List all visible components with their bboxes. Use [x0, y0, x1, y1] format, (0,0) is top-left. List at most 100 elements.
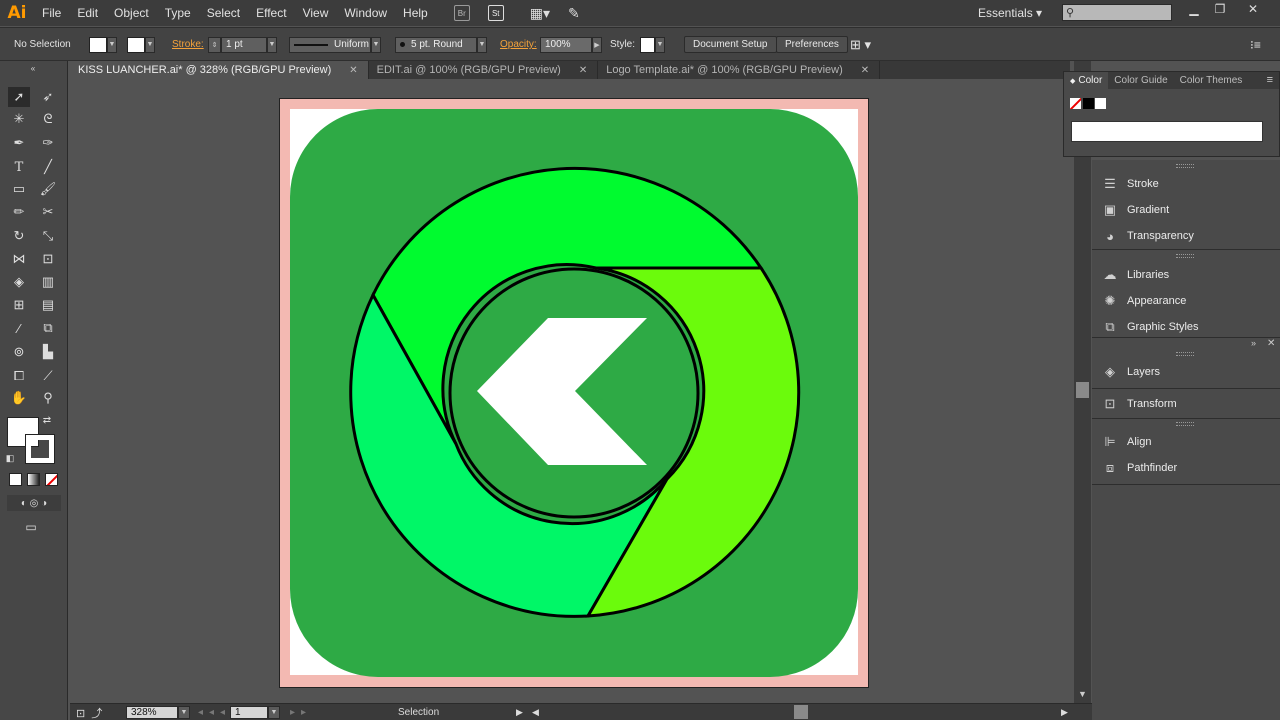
brush-definition[interactable]: 5 pt. Round ▼ — [395, 36, 487, 53]
zoom-control[interactable]: 328% ▼ — [126, 706, 190, 719]
launcher-icon-artwork[interactable] — [280, 99, 870, 689]
panel-menu-icon[interactable]: ⁝≡ — [1250, 36, 1261, 53]
pen-tool-icon[interactable]: ✒ — [8, 133, 30, 153]
panel-grip[interactable] — [1176, 254, 1194, 258]
menu-view[interactable]: View — [295, 0, 337, 26]
opacity-label[interactable]: Opacity: — [500, 36, 537, 53]
stroke-swatch[interactable]: ▼ — [127, 36, 155, 53]
dock-close-icon[interactable]: ✕ — [1267, 338, 1275, 349]
menu-type[interactable]: Type — [157, 0, 199, 26]
preferences-button[interactable]: Preferences — [776, 36, 848, 53]
hand-tool-icon[interactable]: ✋ — [8, 388, 30, 408]
document-tab[interactable]: Logo Template.ai* @ 100% (RGB/GPU Previe… — [598, 61, 881, 79]
stroke-color-swatch[interactable] — [25, 434, 55, 464]
lasso-tool-icon[interactable]: ᘓ — [37, 109, 59, 129]
workspace-switcher[interactable]: Essentials ▾ — [978, 0, 1042, 26]
scissors-tool-icon[interactable]: ✂ — [37, 202, 59, 222]
chevron-down-icon[interactable]: ▼ — [268, 706, 280, 719]
search-input[interactable]: ⚲ — [1062, 4, 1172, 21]
stepper-icon[interactable]: ⇕ — [208, 36, 221, 53]
pencil-tool-icon[interactable]: ✏ — [8, 202, 30, 222]
bridge-icon[interactable]: Br — [453, 5, 470, 21]
menu-help[interactable]: Help — [395, 0, 436, 26]
width-tool-icon[interactable]: ⋈ — [8, 249, 30, 269]
panel-transparency[interactable]: ◕ Transparency — [1102, 226, 1194, 246]
panel-gradient[interactable]: ▣ Gradient — [1102, 200, 1169, 220]
vertical-scrollbar[interactable]: ▼ — [1074, 61, 1091, 704]
stroke-weight-field[interactable]: 1 pt — [221, 36, 267, 53]
panel-appearance[interactable]: ✺ Appearance — [1102, 291, 1187, 311]
screen-mode-icon[interactable]: ▭ — [20, 517, 42, 537]
menu-effect[interactable]: Effect — [248, 0, 294, 26]
slice-tool-icon[interactable]: ⟋ — [37, 366, 59, 386]
menu-object[interactable]: Object — [106, 0, 157, 26]
white-swatch[interactable] — [1095, 98, 1106, 109]
rotate-tool-icon[interactable]: ↻ — [8, 226, 30, 246]
close-button[interactable]: ✕ — [1240, 0, 1266, 18]
style-swatch[interactable]: ▼ — [640, 36, 665, 53]
arrange-icon[interactable]: ⊞ ▾ — [850, 36, 871, 53]
status-menu-icon[interactable]: ▶ — [516, 706, 523, 719]
arrange-documents-icon[interactable]: ▦▾ — [530, 5, 550, 22]
column-graph-tool-icon[interactable]: ▙ — [37, 342, 59, 362]
dock-expand-icon[interactable]: » — [1251, 338, 1256, 348]
fill-swatch[interactable]: ▼ — [89, 36, 117, 53]
canvas[interactable] — [70, 79, 1074, 703]
artboard-number-control[interactable]: 1 ▼ — [230, 706, 280, 719]
eyedropper-tool-icon[interactable]: ⁄ — [8, 318, 30, 338]
document-tab[interactable]: EDIT.ai @ 100% (RGB/GPU Preview) ✕ — [369, 61, 599, 79]
zoom-tool-icon[interactable]: ⚲ — [37, 388, 59, 408]
perspective-grid-tool-icon[interactable]: ▥ — [37, 272, 59, 292]
draw-mode-icon[interactable]: ◐ ◎ ◑ — [7, 495, 61, 511]
document-setup-button[interactable]: Document Setup — [684, 36, 777, 53]
artboard-number-field[interactable]: 1 — [230, 706, 268, 719]
menu-edit[interactable]: Edit — [69, 0, 106, 26]
panel-graphic-styles[interactable]: ⧉ Graphic Styles — [1102, 317, 1198, 337]
chevron-down-icon[interactable]: ▼ — [267, 36, 277, 53]
panel-stroke[interactable]: ☰ Stroke — [1102, 174, 1159, 194]
color-mode-button[interactable] — [9, 473, 22, 486]
panel-grip[interactable] — [1176, 164, 1194, 168]
curvature-tool-icon[interactable]: ✑ — [37, 133, 59, 153]
mesh-tool-icon[interactable]: ⊞ — [8, 295, 30, 315]
restore-button[interactable]: ❐ — [1207, 0, 1233, 18]
black-swatch[interactable] — [1083, 98, 1094, 109]
type-tool-icon[interactable]: T — [8, 157, 30, 177]
tab-color-themes[interactable]: Color Themes — [1174, 72, 1249, 89]
document-tab[interactable]: KISS LUANCHER.ai* @ 328% (RGB/GPU Previe… — [70, 61, 369, 79]
close-tab-icon[interactable]: ✕ — [861, 65, 869, 76]
artboard-nav-prev-icon[interactable]: ◂◂◂ — [198, 706, 231, 719]
scroll-left-icon[interactable]: ◀ — [532, 706, 539, 719]
paintbrush-tool-icon[interactable]: 🖌 — [37, 179, 59, 199]
shape-builder-tool-icon[interactable]: ◈ — [8, 272, 30, 292]
free-transform-tool-icon[interactable]: ⊡ — [37, 249, 59, 269]
opacity-field[interactable]: 100% — [540, 36, 592, 53]
default-colors-icon[interactable]: ◧ — [3, 451, 17, 465]
swap-colors-icon[interactable]: ⇄ — [40, 413, 54, 427]
status-icons[interactable]: ⊡ ⤴ — [76, 706, 102, 720]
close-tab-icon[interactable]: ✕ — [349, 65, 357, 76]
gpu-performance-icon[interactable]: ✎ — [568, 5, 580, 22]
close-tab-icon[interactable]: ✕ — [579, 65, 587, 76]
stroke-weight-control[interactable]: ⇕ 1 pt ▼ — [208, 36, 277, 53]
zoom-field[interactable]: 328% — [126, 706, 178, 719]
blend-tool-icon[interactable]: ⧉ — [37, 318, 59, 338]
scroll-right-icon[interactable]: ▶ — [1061, 706, 1068, 719]
toolbar-collapse-icon[interactable]: « — [8, 64, 58, 73]
artboard-nav-next-icon[interactable]: ▸▸ — [290, 706, 312, 719]
opacity-control[interactable]: 100% ▶ — [540, 36, 602, 53]
panel-transform[interactable]: ⊡ Transform — [1102, 394, 1177, 414]
menu-file[interactable]: File — [34, 0, 69, 26]
menu-select[interactable]: Select — [199, 0, 248, 26]
gradient-tool-icon[interactable]: ▤ — [37, 295, 59, 315]
scale-tool-icon[interactable]: ⤡ — [37, 226, 59, 246]
direct-selection-tool-icon[interactable]: ➶ — [37, 87, 59, 107]
horizontal-scroll-thumb[interactable] — [794, 705, 808, 719]
panel-align[interactable]: ⊫ Align — [1102, 432, 1151, 452]
rectangle-tool-icon[interactable]: ▭ — [8, 179, 30, 199]
scroll-thumb[interactable] — [1076, 382, 1089, 398]
gradient-mode-button[interactable] — [27, 473, 40, 486]
tab-color[interactable]: ◆ Color — [1064, 72, 1109, 89]
selection-tool-icon[interactable]: ➚ — [8, 87, 30, 107]
minimize-button[interactable]: ▁ — [1181, 0, 1207, 18]
